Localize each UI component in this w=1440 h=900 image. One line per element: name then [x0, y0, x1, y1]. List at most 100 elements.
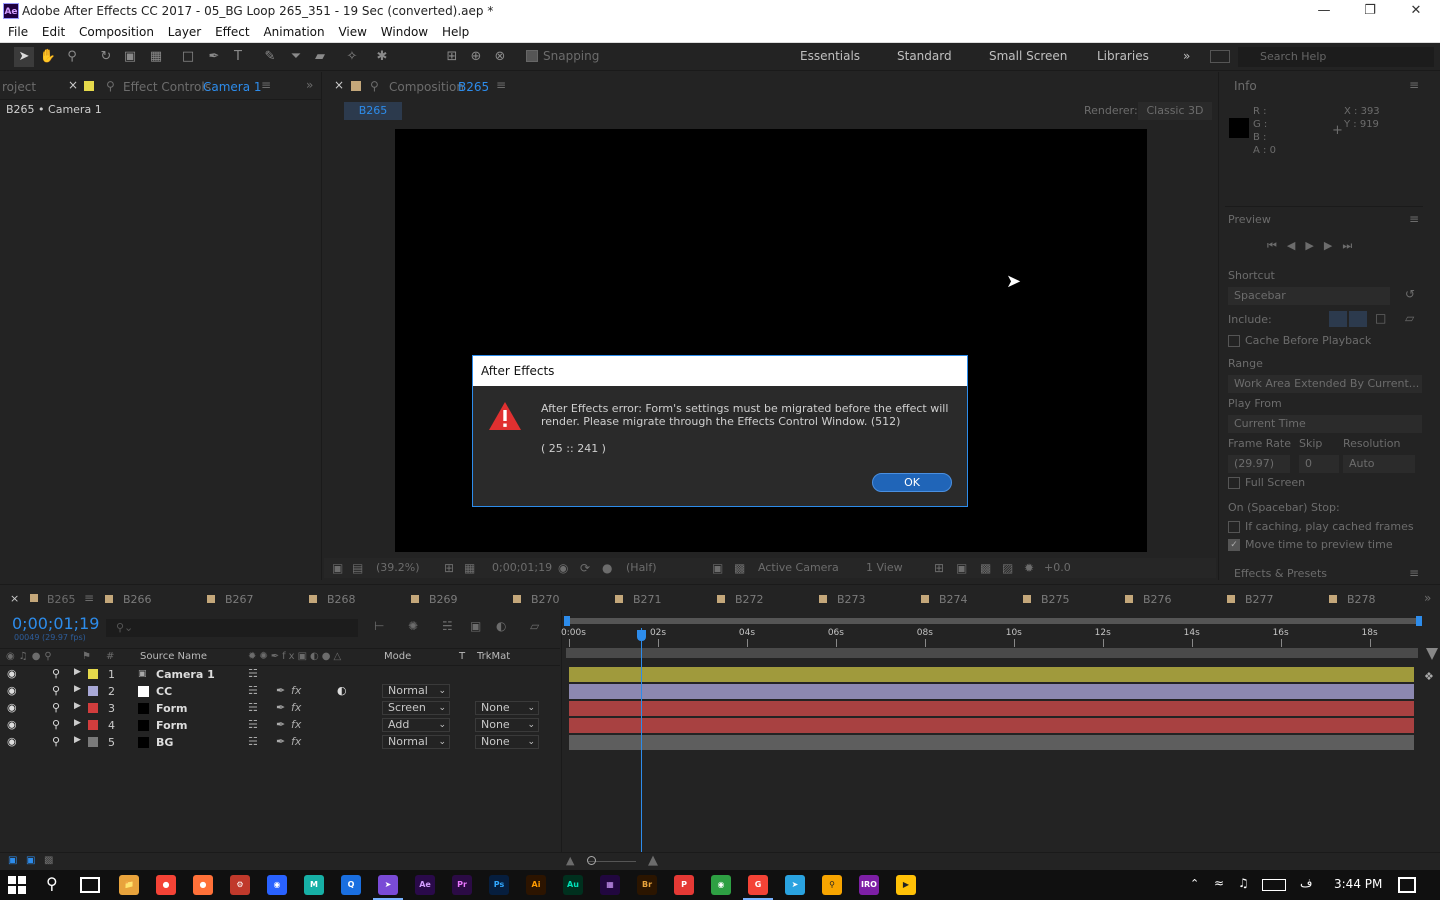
safe-margins-icon[interactable]: ⊞	[444, 561, 454, 575]
reset-icon[interactable]: ↺	[1405, 287, 1415, 301]
transfer-controls-toggle-icon[interactable]: ▣	[26, 855, 35, 866]
always-preview-icon[interactable]: ▣	[332, 561, 343, 575]
previous-frame-icon[interactable]: ◀	[1287, 239, 1305, 252]
layer-switches-toggle-icon[interactable]: ▣	[8, 855, 17, 866]
language-indicator[interactable]: ف	[1300, 876, 1312, 890]
taskbar-app-ai-icon[interactable]: Ps	[489, 875, 509, 895]
taskbar-app-br-icon[interactable]: ▦	[600, 875, 620, 895]
hand-tool-icon[interactable]: ✋	[38, 47, 58, 67]
taskbar-app-flag-icon[interactable]: ▶	[896, 875, 916, 895]
pen-tool-icon[interactable]: ✒	[204, 47, 224, 67]
reset-exposure-icon[interactable]: ✹	[1024, 561, 1034, 575]
shy-switch-icon[interactable]: ☵	[248, 667, 258, 680]
layer-duration-bar[interactable]	[569, 701, 1414, 716]
timeline-tab-b273[interactable]: B273	[837, 593, 921, 606]
timeline-tab-b272[interactable]: B272	[735, 593, 819, 606]
shy-switch-icon[interactable]: ☵	[248, 701, 258, 714]
action-center-icon[interactable]	[1398, 877, 1416, 893]
quality-switch-icon[interactable]: ✒	[276, 735, 285, 748]
play-from-select[interactable]: Current Time	[1228, 415, 1422, 433]
expand-panels-icon[interactable]: »	[306, 78, 313, 92]
monitor-icon[interactable]: ▤	[352, 561, 363, 575]
type-tool-icon[interactable]: T	[228, 47, 248, 67]
panel-menu-icon[interactable]: ≡	[261, 78, 271, 92]
panel-menu-icon[interactable]: ≡	[1409, 566, 1419, 580]
rectangle-tool-icon[interactable]: □	[178, 47, 198, 67]
flowchart-icon[interactable]: ▨	[1002, 561, 1013, 575]
full-screen-checkbox[interactable]	[1228, 477, 1240, 489]
composition-tab-target[interactable]: B265	[458, 80, 489, 94]
active-camera-select[interactable]: Active Camera	[758, 561, 839, 574]
toggle-transparency-icon[interactable]: ▩	[734, 561, 745, 575]
minimize-icon[interactable]: —	[1301, 0, 1347, 23]
graph-editor-icon[interactable]: ▱	[530, 619, 539, 633]
work-area-bar[interactable]	[566, 648, 1418, 658]
visibility-eye-icon[interactable]: ◉	[7, 701, 17, 714]
layer-mode-select[interactable]: Screen ⌄	[382, 701, 450, 715]
quality-switch-icon[interactable]: ✒	[276, 684, 285, 697]
toggle-pixel-aspect-icon[interactable]: ⊞	[934, 561, 944, 575]
layer-name[interactable]: CC	[156, 685, 172, 698]
exposure-value[interactable]: +0.0	[1044, 561, 1071, 574]
lock-icon[interactable]: ⚲	[52, 684, 60, 697]
layer-mode-select[interactable]: Normal ⌄	[382, 684, 450, 698]
view-axis-icon[interactable]: ⊗	[490, 47, 510, 67]
lock-icon[interactable]: ⚲	[52, 735, 60, 748]
comp-button-icon[interactable]: ❖	[1424, 670, 1434, 683]
zoom-level[interactable]: (39.2%)	[376, 561, 420, 574]
include-export-icon[interactable]: ▱	[1405, 311, 1414, 325]
transparency-grid-icon[interactable]: ▦	[464, 561, 475, 575]
layer-label-color[interactable]	[88, 686, 98, 696]
current-time-indicator[interactable]	[641, 628, 643, 852]
timeline-tab-b269[interactable]: B269	[429, 593, 513, 606]
brush-tool-icon[interactable]: ✎	[260, 47, 280, 67]
snapping-checkbox[interactable]	[526, 50, 538, 62]
fx-switch-icon[interactable]: fx	[291, 735, 301, 748]
fx-switch-icon[interactable]: fx	[291, 701, 301, 714]
panel-menu-icon[interactable]: ≡	[1409, 212, 1419, 226]
lock-icon[interactable]: ⚲	[52, 718, 60, 731]
shortcut-select[interactable]: Spacebar	[1228, 287, 1390, 305]
timeline-tab-b275[interactable]: B275	[1041, 593, 1125, 606]
menu-help[interactable]: Help	[438, 23, 473, 41]
layer-name[interactable]: Camera 1	[156, 668, 215, 681]
expand-triangle-icon[interactable]: ▶	[74, 718, 81, 728]
taskbar-app-pr-icon[interactable]: Ae	[415, 875, 435, 895]
timeline-zoom-nav-icon[interactable]	[1426, 648, 1438, 660]
workspace-essentials[interactable]: Essentials	[800, 49, 860, 63]
menu-composition[interactable]: Composition	[75, 23, 158, 41]
lock-icon[interactable]: ⚲	[106, 79, 115, 93]
region-of-interest-icon[interactable]: ▣	[712, 561, 723, 575]
show-hidden-icons-icon[interactable]: ⌃	[1190, 877, 1199, 890]
resolution-select[interactable]: Auto	[1343, 455, 1415, 473]
roto-brush-tool-icon[interactable]: ✧	[342, 47, 362, 67]
timeline-tab-b277[interactable]: B277	[1245, 593, 1329, 606]
clone-stamp-tool-icon[interactable]: ⏷	[286, 47, 306, 67]
ok-button[interactable]: OK	[872, 473, 952, 492]
expand-triangle-icon[interactable]: ▶	[74, 735, 81, 745]
quality-switch-icon[interactable]: ✒	[276, 718, 285, 731]
taskbar-app-search-icon[interactable]: ➤	[785, 875, 805, 895]
layer-duration-bar[interactable]	[569, 735, 1414, 750]
shy-switch-icon[interactable]: ☵	[248, 718, 258, 731]
shy-switch-icon[interactable]: ☵	[248, 735, 258, 748]
menu-edit[interactable]: Edit	[38, 23, 69, 41]
layer-duration-bar[interactable]	[569, 667, 1414, 682]
move-time-checkbox[interactable]: ✓	[1228, 539, 1240, 551]
search-help-input[interactable]: Search Help	[1238, 47, 1434, 67]
fast-previews-icon[interactable]: ▣	[956, 561, 967, 575]
visibility-eye-icon[interactable]: ◉	[7, 684, 17, 697]
next-frame-icon[interactable]: ▶	[1324, 239, 1342, 252]
layer-label-color[interactable]	[88, 703, 98, 713]
menu-layer[interactable]: Layer	[164, 23, 205, 41]
visibility-eye-icon[interactable]: ◉	[7, 667, 17, 680]
time-navigator[interactable]	[566, 618, 1418, 624]
workspace-small-screen[interactable]: Small Screen	[989, 49, 1067, 63]
show-snapshot-icon[interactable]: ⟳	[580, 561, 590, 575]
visibility-eye-icon[interactable]: ◉	[7, 735, 17, 748]
in-out-toggle-icon[interactable]: ▩	[44, 855, 53, 866]
taskbar-app-firefox-icon[interactable]: ●	[156, 875, 176, 895]
fx-switch-icon[interactable]: fx	[291, 718, 301, 731]
if-caching-checkbox[interactable]	[1228, 521, 1240, 533]
close-icon[interactable]: ✕	[1393, 0, 1439, 23]
